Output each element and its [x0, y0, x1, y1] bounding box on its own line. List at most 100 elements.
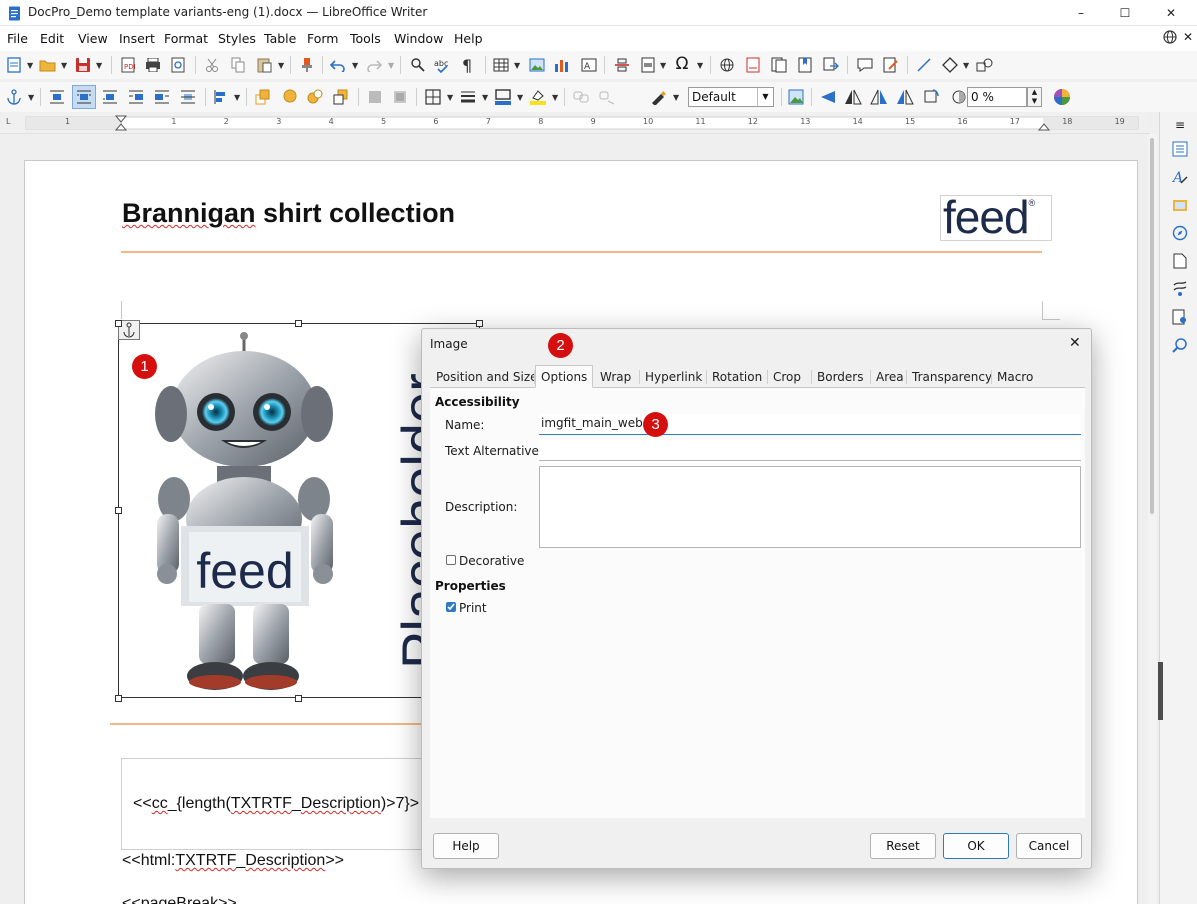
tab-borders[interactable]: Borders	[812, 366, 868, 388]
page-icon[interactable]	[1170, 251, 1190, 271]
footnote-icon[interactable]	[743, 55, 763, 75]
color-palette-icon[interactable]	[1052, 87, 1072, 107]
formatting-marks-icon[interactable]: ¶	[458, 55, 478, 75]
sidebar-collapse-handle[interactable]	[1158, 662, 1163, 720]
menu-help[interactable]: Help	[454, 31, 483, 46]
rotate-right-icon[interactable]	[895, 87, 915, 107]
resize-handle[interactable]	[295, 320, 302, 327]
menu-table[interactable]: Table	[264, 31, 296, 46]
text-alternative-input[interactable]	[539, 440, 1081, 461]
menu-edit[interactable]: Edit	[40, 31, 64, 46]
insert-field-icon[interactable]	[638, 55, 658, 75]
open-folder-icon[interactable]	[38, 55, 58, 75]
decorative-checkbox[interactable]	[446, 555, 456, 565]
page-break-field-line[interactable]: <<pageBreak>>	[122, 895, 237, 904]
transparency-icon[interactable]	[949, 87, 969, 107]
wrap-right-icon[interactable]	[152, 87, 172, 107]
menu-view[interactable]: View	[78, 31, 108, 46]
comment-icon[interactable]	[855, 55, 875, 75]
name-input[interactable]: imgfit_main_web	[539, 414, 1081, 435]
insert-chart-icon[interactable]	[552, 55, 572, 75]
sidebar-menu-icon[interactable]: ≡	[1170, 115, 1190, 135]
properties-icon[interactable]	[1170, 139, 1190, 159]
dialog-close-button[interactable]: ✕	[1069, 335, 1081, 351]
menu-file[interactable]: File	[7, 31, 28, 46]
page-break-icon[interactable]	[612, 55, 632, 75]
flip-horizontal-icon[interactable]	[843, 87, 863, 107]
chevron-down-icon[interactable]: ▼	[757, 88, 773, 106]
endnote-icon[interactable]	[769, 55, 789, 75]
menu-styles[interactable]: Styles	[218, 31, 256, 46]
styles-icon[interactable]: A	[1170, 167, 1190, 187]
find-icon[interactable]	[1170, 335, 1190, 355]
new-document-icon[interactable]	[4, 55, 24, 75]
help-button[interactable]: Help	[433, 833, 499, 859]
spelling-icon[interactable]: abc	[433, 55, 453, 75]
description-textarea[interactable]	[539, 466, 1081, 548]
tab-transparency[interactable]: Transparency	[907, 366, 997, 388]
area-fill-icon[interactable]	[528, 87, 548, 107]
resize-handle[interactable]	[115, 320, 122, 327]
maximize-button[interactable]: ☐	[1102, 2, 1148, 24]
cancel-button[interactable]: Cancel	[1016, 833, 1082, 859]
unlink-frames-icon[interactable]	[597, 87, 617, 107]
forward-one-icon[interactable]	[279, 87, 299, 107]
insert-table-icon[interactable]	[491, 55, 511, 75]
html-field-line[interactable]: <<html:TXTRTF_Description>>	[122, 852, 344, 870]
bookmark-icon[interactable]	[795, 55, 815, 75]
align-objects-icon[interactable]	[211, 87, 231, 107]
rotate-left-icon[interactable]	[869, 87, 889, 107]
vertical-scrollbar[interactable]	[1148, 134, 1157, 904]
wrap-off-icon[interactable]	[47, 87, 67, 107]
backward-one-icon[interactable]	[305, 87, 325, 107]
minimize-button[interactable]: –	[1058, 2, 1104, 24]
border-color-icon[interactable]	[493, 87, 513, 107]
link-frames-icon[interactable]	[571, 87, 591, 107]
undo-icon[interactable]	[328, 55, 348, 75]
print-checkbox[interactable]	[446, 602, 456, 612]
to-foreground-icon[interactable]	[365, 87, 385, 107]
anchor-icon[interactable]	[4, 87, 24, 107]
tab-wrap[interactable]: Wrap	[595, 366, 636, 388]
spin-arrows-icon[interactable]: ▲ ▼	[1027, 87, 1042, 107]
insert-textbox-icon[interactable]: A	[579, 55, 599, 75]
resize-handle[interactable]	[115, 507, 122, 514]
clone-formatting-icon[interactable]	[297, 55, 317, 75]
insert-line-icon[interactable]	[914, 55, 934, 75]
print-preview-icon[interactable]	[168, 55, 188, 75]
style-inspector-icon[interactable]	[1170, 279, 1190, 299]
tab-crop[interactable]: Crop	[768, 366, 806, 388]
borders-icon[interactable]	[423, 87, 443, 107]
border-style-icon[interactable]	[458, 87, 478, 107]
cross-reference-icon[interactable]	[821, 55, 841, 75]
tab-area[interactable]: Area	[871, 366, 909, 388]
resize-handle[interactable]	[476, 320, 483, 327]
frame-style-combo[interactable]: Default ▼	[688, 87, 774, 107]
conditional-field-line[interactable]: <<cc_{length(TXTRTF_Description)>7}>	[133, 795, 419, 813]
close-window-button[interactable]: ✕	[1148, 2, 1194, 24]
image-properties-icon[interactable]	[786, 87, 806, 107]
reset-button[interactable]: Reset	[870, 833, 936, 859]
copy-icon[interactable]	[228, 55, 248, 75]
menu-format[interactable]: Format	[164, 31, 208, 46]
menu-window[interactable]: Window	[394, 31, 443, 46]
rotate-icon[interactable]	[921, 87, 941, 107]
special-character-icon[interactable]: Ω	[672, 54, 692, 74]
redo-icon[interactable]	[364, 55, 384, 75]
print-icon[interactable]	[143, 55, 163, 75]
export-pdf-icon[interactable]: PDF	[118, 55, 138, 75]
close-document-button[interactable]: ✕	[1183, 30, 1193, 44]
flip-vertical-icon[interactable]	[818, 87, 838, 107]
transparency-spin[interactable]: 0 %	[967, 87, 1027, 107]
menu-tools[interactable]: Tools	[350, 31, 381, 46]
basic-shapes-icon[interactable]	[940, 55, 960, 75]
menu-form[interactable]: Form	[307, 31, 339, 46]
tab-hyperlink[interactable]: Hyperlink	[640, 366, 707, 388]
resize-handle[interactable]	[295, 695, 302, 702]
hyperlink-icon[interactable]	[717, 55, 737, 75]
menu-insert[interactable]: Insert	[119, 31, 155, 46]
bring-to-front-icon[interactable]	[253, 87, 273, 107]
wrap-left-icon[interactable]	[126, 87, 146, 107]
cut-icon[interactable]	[202, 55, 222, 75]
find-replace-icon[interactable]	[408, 55, 428, 75]
